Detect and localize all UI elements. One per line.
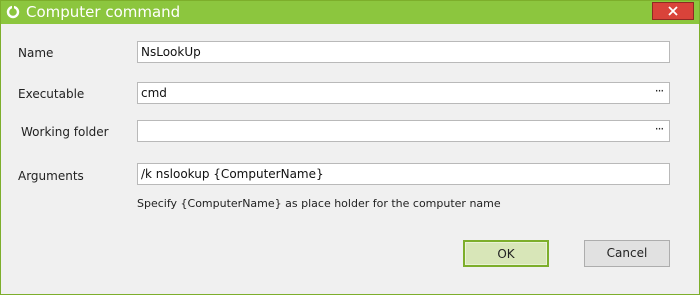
name-field[interactable]: NsLookUp (137, 41, 670, 63)
executable-browse-button[interactable]: ··· (651, 84, 667, 102)
executable-label: Executable (18, 87, 85, 101)
app-ring-icon (6, 5, 20, 19)
computer-command-dialog: Computer command Name NsLookUp Executabl… (0, 0, 700, 295)
arguments-field[interactable]: /k nslookup {ComputerName} (137, 163, 670, 185)
close-button[interactable] (652, 2, 694, 20)
executable-field[interactable]: cmd ··· (137, 82, 670, 104)
name-label: Name (18, 46, 54, 60)
executable-value: cmd (141, 86, 167, 100)
close-icon (668, 6, 678, 16)
arguments-label: Arguments (18, 169, 84, 183)
ok-button[interactable]: OK (463, 240, 549, 267)
arguments-value: /k nslookup {ComputerName} (141, 167, 324, 181)
arguments-hint: Specify {ComputerName} as place holder f… (137, 197, 501, 210)
name-value: NsLookUp (141, 45, 201, 59)
title-bar[interactable]: Computer command (1, 1, 699, 24)
working-folder-label: Working folder (21, 125, 109, 139)
cancel-button[interactable]: Cancel (584, 240, 670, 267)
working-folder-field[interactable]: ··· (137, 120, 670, 142)
window-title: Computer command (26, 3, 181, 21)
working-folder-browse-button[interactable]: ··· (651, 122, 667, 140)
